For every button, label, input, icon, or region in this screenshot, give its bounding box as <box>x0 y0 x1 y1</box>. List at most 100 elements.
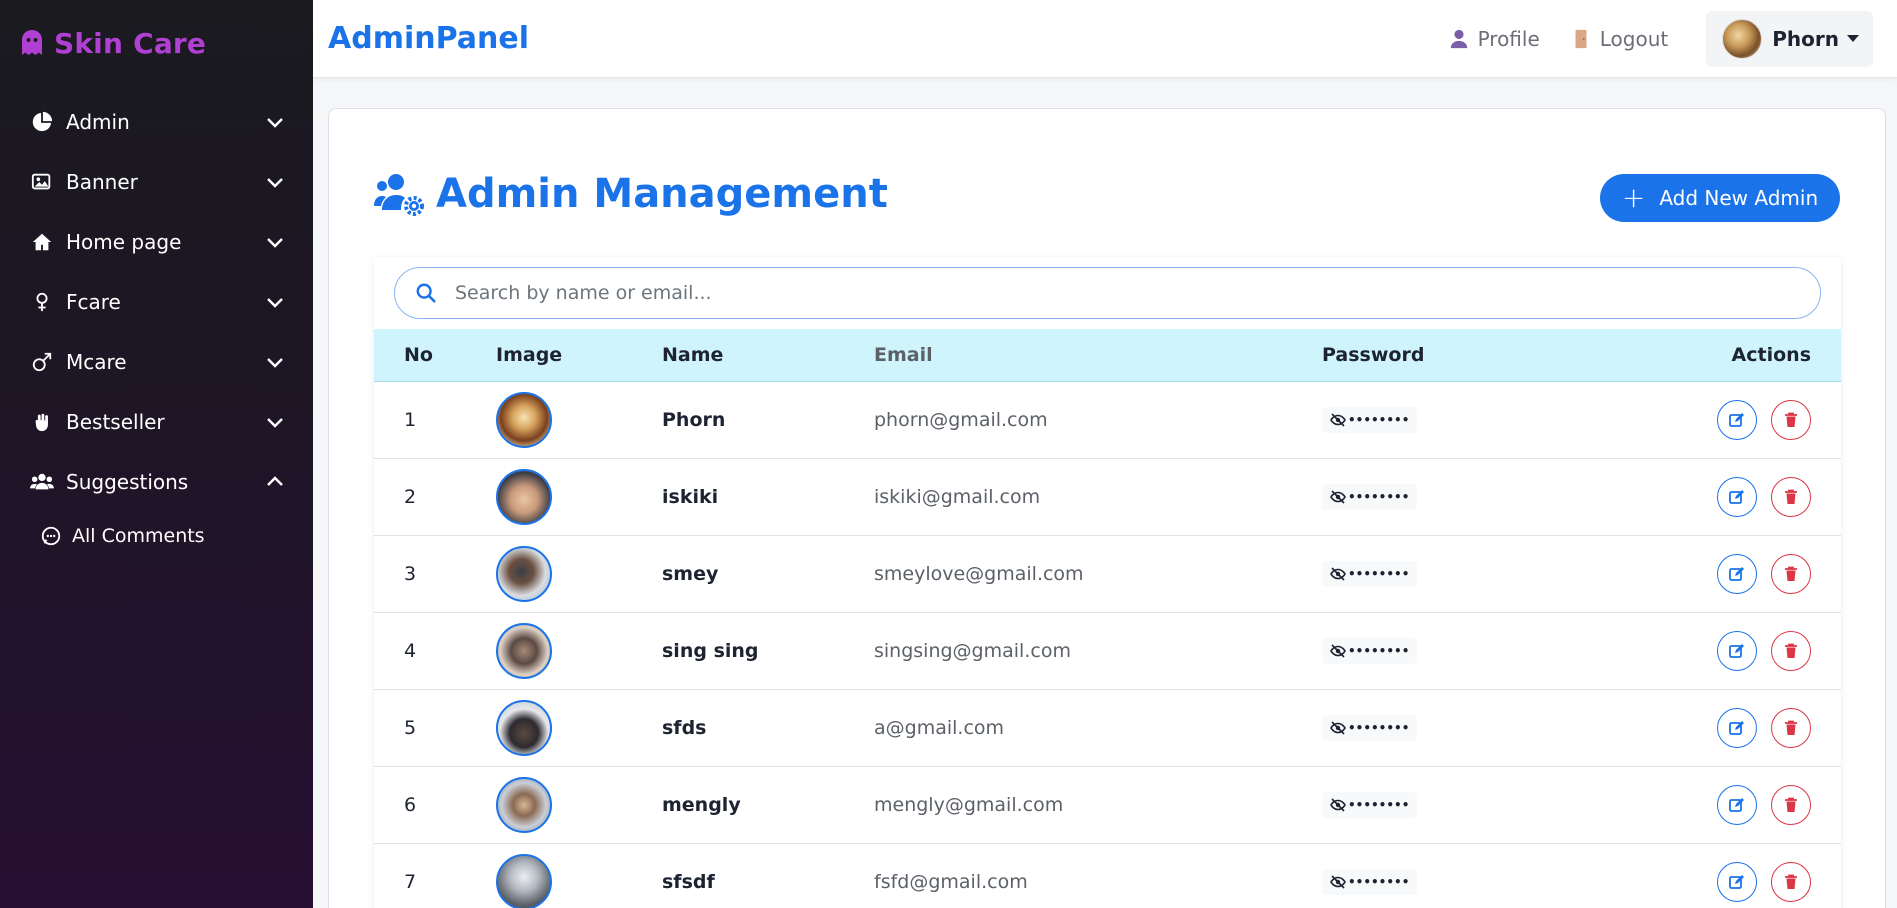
sidebar-item-home-page[interactable]: Home page <box>0 212 313 272</box>
sidebar-item-label: Banner <box>66 170 138 194</box>
cell-name: sfsdf <box>662 870 715 893</box>
cell-image <box>496 766 662 843</box>
user-name: Phorn <box>1772 26 1839 51</box>
profile-link[interactable]: Profile <box>1448 27 1540 51</box>
sidebar-item-label: Home page <box>66 230 182 254</box>
eye-slash-icon <box>1330 412 1346 427</box>
image-icon <box>30 170 54 194</box>
delete-button[interactable] <box>1771 476 1811 517</box>
cell-image <box>496 458 662 535</box>
user-menu[interactable]: Phorn <box>1706 10 1873 67</box>
avatar <box>496 545 552 602</box>
password-mask[interactable]: •••••••• <box>1322 560 1418 587</box>
caret-down-icon <box>1847 35 1859 42</box>
delete-button[interactable] <box>1771 630 1811 671</box>
chart-pie-icon <box>30 110 54 134</box>
chevron-up-icon <box>267 476 283 486</box>
edit-button[interactable] <box>1716 861 1757 902</box>
search-icon <box>416 283 436 303</box>
delete-button[interactable] <box>1771 399 1811 440</box>
edit-button[interactable] <box>1716 476 1757 517</box>
eye-slash-icon <box>1330 720 1346 735</box>
cell-password: •••••••• <box>1322 766 1602 843</box>
password-mask[interactable]: •••••••• <box>1322 483 1418 510</box>
male-icon <box>30 350 54 374</box>
column-header-password: Password <box>1322 329 1602 382</box>
cell-no: 6 <box>404 793 417 816</box>
edit-icon <box>1729 643 1744 658</box>
sidebar-item-suggestions[interactable]: Suggestions <box>0 452 313 512</box>
sidebar-item-bestseller[interactable]: Bestseller <box>0 392 313 452</box>
page-title: Admin Management <box>436 171 888 217</box>
table-row: 2 iskiki iskiki@gmail.com •••••••• <box>374 458 1841 535</box>
trash-icon <box>1785 797 1797 812</box>
cell-image <box>496 535 662 612</box>
brand-name: Skin Care <box>54 26 207 60</box>
topbar-actions: Profile Logout Phorn <box>1418 10 1873 67</box>
edit-button[interactable] <box>1716 630 1757 671</box>
cell-no: 3 <box>404 562 417 585</box>
cell-no: 7 <box>404 870 417 893</box>
chevron-down-icon <box>267 118 283 128</box>
chevron-down-icon <box>267 178 283 188</box>
cell-password: •••••••• <box>1322 535 1602 612</box>
cell-name: sfds <box>662 716 707 739</box>
brand[interactable]: Skin Care <box>0 0 313 86</box>
edit-button[interactable] <box>1716 707 1757 748</box>
cell-name: Phorn <box>662 408 726 431</box>
cell-password: •••••••• <box>1322 381 1602 458</box>
cell-email: mengly@gmail.com <box>874 793 1064 816</box>
delete-button[interactable] <box>1771 861 1811 902</box>
cell-email: phorn@gmail.com <box>874 408 1048 431</box>
trash-icon <box>1785 720 1797 735</box>
user-icon <box>1450 29 1467 48</box>
password-mask[interactable]: •••••••• <box>1322 714 1418 741</box>
avatar <box>496 622 552 679</box>
table-header-row: No Image Name Email Password Actions <box>374 329 1841 382</box>
password-dots: •••••••• <box>1348 797 1410 812</box>
sidebar-item-fcare[interactable]: Fcare <box>0 272 313 332</box>
delete-button[interactable] <box>1771 707 1811 748</box>
delete-button[interactable] <box>1771 784 1811 825</box>
password-mask[interactable]: •••••••• <box>1322 868 1418 895</box>
password-mask[interactable]: •••••••• <box>1322 791 1418 818</box>
password-dots: •••••••• <box>1348 874 1410 889</box>
edit-button[interactable] <box>1716 784 1757 825</box>
eye-slash-icon <box>1330 874 1346 889</box>
cell-email: a@gmail.com <box>874 716 1005 739</box>
cell-name: mengly <box>662 793 741 816</box>
sidebar-subitem-label: All Comments <box>72 525 205 547</box>
password-mask[interactable]: •••••••• <box>1322 406 1418 433</box>
cell-email: iskiki@gmail.com <box>874 485 1041 508</box>
edit-button[interactable] <box>1716 399 1757 440</box>
logout-label: Logout <box>1599 26 1669 51</box>
table-row: 3 smey smeylove@gmail.com •••••••• <box>374 535 1841 612</box>
sidebar: Skin Care Admin Banner Home page Fcare M… <box>0 0 313 908</box>
sidebar-item-label: Suggestions <box>66 470 189 494</box>
add-new-admin-button[interactable]: + Add New Admin <box>1600 174 1840 222</box>
edit-icon <box>1729 720 1744 735</box>
female-icon <box>30 290 54 314</box>
comment-icon <box>40 525 62 547</box>
sidebar-item-admin[interactable]: Admin <box>0 92 313 152</box>
cell-actions <box>1602 766 1841 843</box>
edit-button[interactable] <box>1716 553 1757 594</box>
search-input[interactable] <box>455 282 1820 304</box>
password-dots: •••••••• <box>1348 720 1410 735</box>
cell-image <box>496 612 662 689</box>
sidebar-item-label: Mcare <box>66 350 127 374</box>
column-header-image: Image <box>496 329 662 382</box>
cell-actions <box>1602 689 1841 766</box>
sidebar-subitem-all-comments[interactable]: All Comments <box>0 512 313 560</box>
chevron-down-icon <box>267 238 283 248</box>
sidebar-item-mcare[interactable]: Mcare <box>0 332 313 392</box>
trash-icon <box>1785 643 1797 658</box>
password-mask[interactable]: •••••••• <box>1322 637 1418 664</box>
delete-button[interactable] <box>1771 553 1811 594</box>
ghost-icon <box>22 30 42 55</box>
cell-name: sing sing <box>662 639 759 662</box>
logout-link[interactable]: Logout <box>1570 27 1668 51</box>
sidebar-item-label: Bestseller <box>66 410 165 434</box>
sidebar-item-banner[interactable]: Banner <box>0 152 313 212</box>
app-title[interactable]: AdminPanel <box>328 21 529 56</box>
